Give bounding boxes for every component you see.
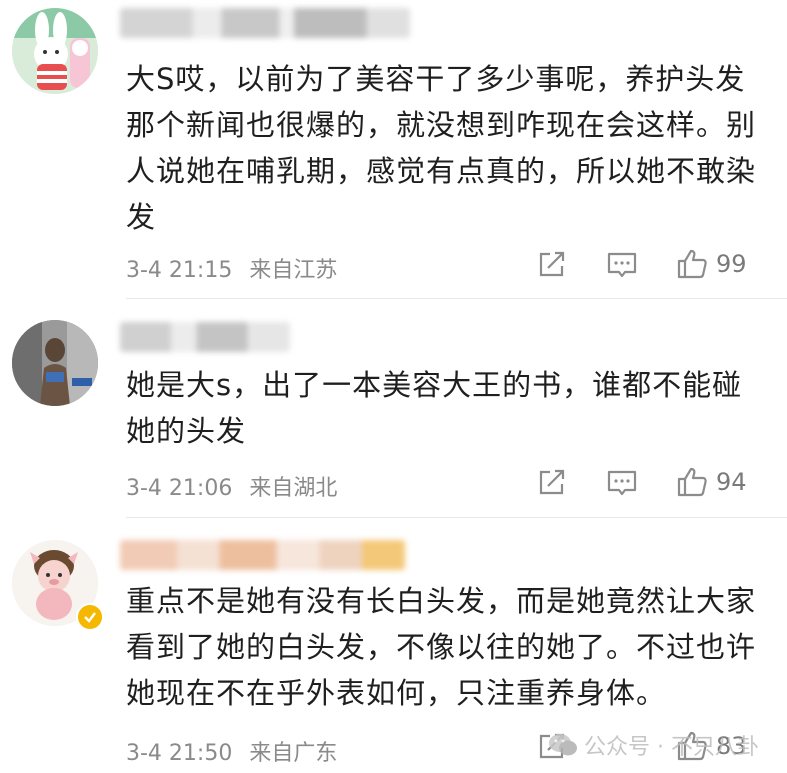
comment-2: 她是大s，出了一本美容大王的书，谁都不能碰她的头发 3-4 21:06 来自湖北… [0,300,787,518]
divider [126,298,787,299]
photo-avatar-icon [12,320,98,406]
forward-button[interactable] [536,250,566,280]
like-count: 94 [716,468,747,496]
username-blurred[interactable] [120,540,405,570]
like-button[interactable]: 94 [676,466,747,498]
comment-text: 她是大s，出了一本美容大王的书，谁都不能碰她的头发 [126,368,743,448]
comment-meta: 3-4 21:15 来自江苏 [126,252,337,284]
comment-time: 3-4 21:15 [126,258,233,283]
wechat-icon [549,734,577,756]
comment-location: 来自广东 [249,741,338,766]
comment-meta: 3-4 21:06 来自湖北 [126,470,337,502]
verified-badge-icon [76,603,104,631]
comment-location: 来自江苏 [249,258,338,283]
comment-1: 大S哎，以前为了美容干了多少事呢，养护头发那个新闻也很爆的，就没想到咋现在会这样… [0,0,787,300]
watermark: 公众号 · 不只八卦 [548,729,759,761]
comment-text: 重点不是她有没有长白头发，而是她竟然让大家看到了她的白头发，不像以往的她了。不过… [126,584,757,710]
comment-text: 大S哎，以前为了美容干了多少事呢，养护头发那个新闻也很爆的，就没想到咋现在会这样… [126,62,757,234]
cartoon-rabbit-avatar-icon [12,8,98,94]
like-count: 99 [716,250,747,278]
forward-icon [539,251,565,277]
comment-icon [607,252,637,278]
avatar[interactable] [12,8,98,94]
watermark-text: 公众号 · 不只八卦 [584,735,759,760]
forward-icon [539,469,565,495]
comment-icon [607,470,637,496]
thumbs-up-icon [677,467,707,497]
reply-button[interactable] [606,468,638,498]
comment-time: 3-4 21:06 [126,476,233,501]
thumbs-up-icon [677,249,707,279]
forward-button[interactable] [536,468,566,498]
username-blurred[interactable] [120,322,290,352]
username-blurred[interactable] [120,8,410,38]
comment-meta: 3-4 21:50 来自广东 [126,735,337,767]
reply-button[interactable] [606,250,638,280]
comment-time: 3-4 21:50 [126,741,233,766]
comment-location: 来自湖北 [249,476,338,501]
avatar[interactable] [12,320,98,406]
like-button[interactable]: 99 [676,248,747,280]
